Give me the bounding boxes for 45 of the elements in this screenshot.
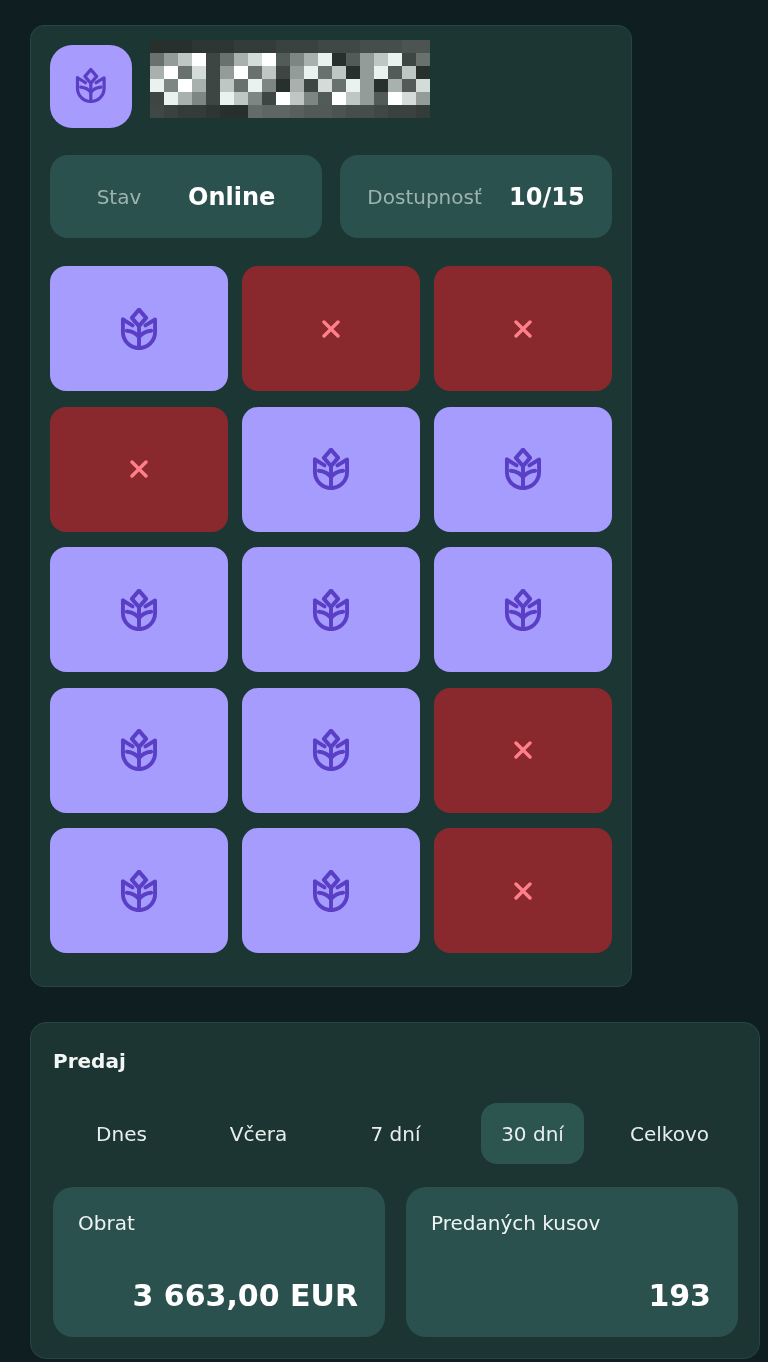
stat-label: Dostupnosť — [367, 184, 482, 209]
slot-tile[interactable] — [50, 406, 228, 532]
section-title: Predaj — [53, 1048, 126, 1075]
slot-tile[interactable] — [434, 406, 612, 532]
tulip-icon — [118, 729, 160, 771]
slot-tile[interactable] — [242, 547, 420, 672]
slot-tile[interactable] — [434, 547, 612, 672]
cross-icon — [514, 881, 532, 900]
period-tab[interactable]: Dnes — [76, 1103, 167, 1164]
slot-tile[interactable] — [242, 266, 420, 391]
slot-tile[interactable] — [242, 406, 420, 532]
period-tab[interactable]: Celkovo — [610, 1103, 729, 1164]
period-tab[interactable]: Včera — [209, 1103, 308, 1164]
stat-label: Stav — [96, 184, 142, 209]
metric-label: Predaných kusov — [431, 1211, 602, 1235]
tulip-icon — [118, 588, 160, 631]
slot-tile[interactable] — [50, 266, 228, 391]
slot-tile[interactable] — [434, 266, 612, 391]
cross-icon — [322, 319, 340, 338]
slot-tile[interactable] — [50, 547, 228, 672]
slot-tile[interactable] — [50, 828, 228, 953]
stat-value: Online — [188, 182, 276, 211]
tulip-icon — [50, 45, 132, 128]
tulip-icon — [310, 588, 352, 631]
slot-tile[interactable] — [242, 687, 420, 813]
metric-label: Obrat — [78, 1211, 136, 1235]
tulip-icon — [310, 448, 352, 490]
cross-icon — [130, 460, 148, 478]
tulip-icon — [310, 729, 352, 771]
slot-tile[interactable] — [50, 687, 228, 813]
tulip-icon — [502, 448, 544, 490]
metric-value: 3 663,00 EUR — [131, 1278, 358, 1313]
slot-tile[interactable] — [242, 828, 420, 953]
tulip-icon — [118, 869, 160, 912]
tulip-icon — [118, 307, 160, 350]
cross-icon — [514, 741, 532, 759]
slot-tile[interactable] — [434, 828, 612, 953]
tulip-icon — [310, 869, 352, 912]
slot-tile[interactable] — [434, 687, 612, 813]
stat-value: 10/15 — [509, 182, 585, 211]
period-tab[interactable]: 7 dní — [350, 1103, 441, 1164]
metric-value: 193 — [647, 1278, 711, 1313]
period-tab[interactable]: 30 dní — [481, 1103, 584, 1164]
cross-icon — [514, 319, 532, 338]
tulip-icon — [502, 588, 544, 631]
